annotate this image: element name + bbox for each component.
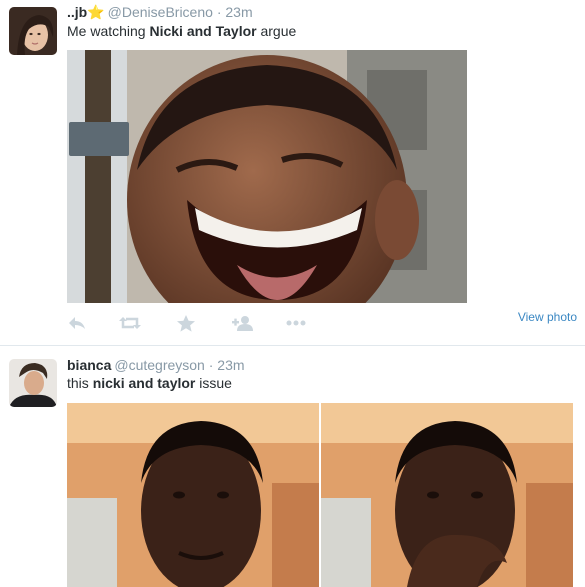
separator: · [216, 4, 222, 20]
timestamp[interactable]: 23m [217, 357, 244, 373]
favorite-icon[interactable] [177, 312, 195, 334]
username[interactable]: @cutegreyson [114, 357, 204, 373]
tweet-text-highlight: nicki and taylor [92, 375, 196, 391]
separator: · [208, 357, 214, 373]
avatar[interactable] [9, 7, 57, 55]
more-icon[interactable] [286, 312, 306, 334]
timestamp[interactable]: 23m [225, 4, 252, 20]
reply-icon[interactable] [67, 312, 87, 334]
tweet-text-part: argue [256, 23, 297, 39]
tweet-text-part: this [67, 375, 93, 391]
tweet-actions [67, 312, 577, 334]
tweet-text-part: Me watching [67, 23, 150, 39]
username[interactable]: @DeniseBriceno [108, 4, 213, 20]
tweet-header: ..jb⭐ @DeniseBriceno · 23m [67, 4, 253, 20]
tweet-text-part: issue [195, 375, 232, 391]
tweet-photo[interactable] [67, 50, 467, 303]
tweet: bianca @cutegreyson · 23m this nicki and … [0, 347, 585, 587]
avatar[interactable] [9, 359, 57, 407]
retweet-icon[interactable] [119, 312, 141, 334]
tweet-header: bianca @cutegreyson · 23m [67, 357, 245, 373]
tweet-text: Me watching Nicki and Taylor argue [67, 22, 296, 40]
view-photo-link[interactable]: View photo [518, 310, 577, 324]
display-name[interactable]: bianca [67, 357, 111, 373]
tweet-text-highlight: Nicki and Taylor [149, 23, 257, 39]
tweet-text: this nicki and taylor issue [67, 374, 232, 392]
tweet-photo[interactable] [67, 403, 573, 587]
display-name[interactable]: ..jb⭐ [67, 4, 105, 20]
follow-icon[interactable] [232, 312, 254, 334]
tweet: ..jb⭐ @DeniseBriceno · 23m Me watching Ni… [0, 0, 585, 346]
